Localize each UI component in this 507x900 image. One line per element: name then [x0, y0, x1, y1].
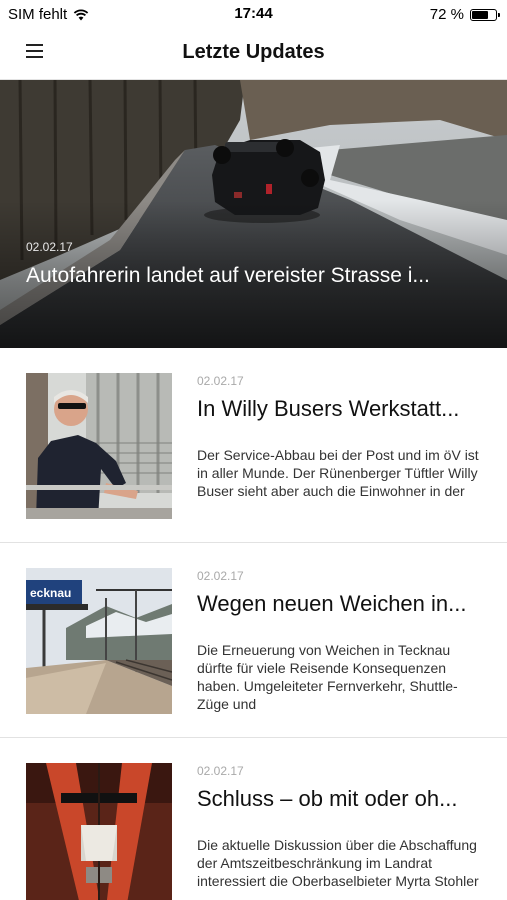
navigation-bar: Letzte Updates — [0, 28, 507, 80]
hero-date: 02.02.17 — [26, 240, 73, 254]
article-title: Schluss – ob mit oder oh... — [197, 786, 458, 811]
article-thumbnail — [26, 373, 172, 519]
battery-group: 72 % — [429, 6, 500, 23]
hero-title: Autofahrerin landet auf vereister Strass… — [26, 264, 430, 287]
station-sign-text: ecknau — [30, 586, 71, 600]
battery-level — [472, 10, 488, 19]
battery-percent: 72 % — [429, 6, 464, 23]
article-title: In Willy Busers Werkstatt... — [197, 396, 460, 421]
article-teaser: Der Service-Abbau bei der Post und im öV… — [197, 447, 479, 499]
article-teaser: Die aktuelle Diskussion über die Abschaf… — [197, 837, 479, 889]
article-item-1[interactable]: 02.02.17 In Willy Busers Werkstatt... De… — [0, 348, 507, 543]
article-item-2[interactable]: ecknau 02.02.17 Wegen neuen Weichen in..… — [0, 543, 507, 738]
article-teaser: Die Erneuerung von Weichen in Tecknau dü… — [197, 642, 458, 712]
hero-article[interactable]: 02.02.17 Autofahrerin landet auf vereist… — [0, 80, 507, 348]
article-date: 02.02.17 — [197, 569, 244, 583]
article-date: 02.02.17 — [197, 764, 244, 778]
article-thumbnail — [26, 763, 172, 900]
page-title: Letzte Updates — [182, 41, 325, 63]
battery-icon — [470, 8, 500, 21]
article-title: Wegen neuen Weichen in... — [197, 591, 467, 616]
article-thumbnail: ecknau — [26, 568, 172, 714]
article-date: 02.02.17 — [197, 374, 244, 388]
hero-gradient — [0, 80, 507, 348]
article-item-3[interactable]: 02.02.17 Schluss – ob mit oder oh... Die… — [0, 738, 507, 900]
status-bar: SIM fehlt 17:44 72 % — [0, 0, 507, 28]
